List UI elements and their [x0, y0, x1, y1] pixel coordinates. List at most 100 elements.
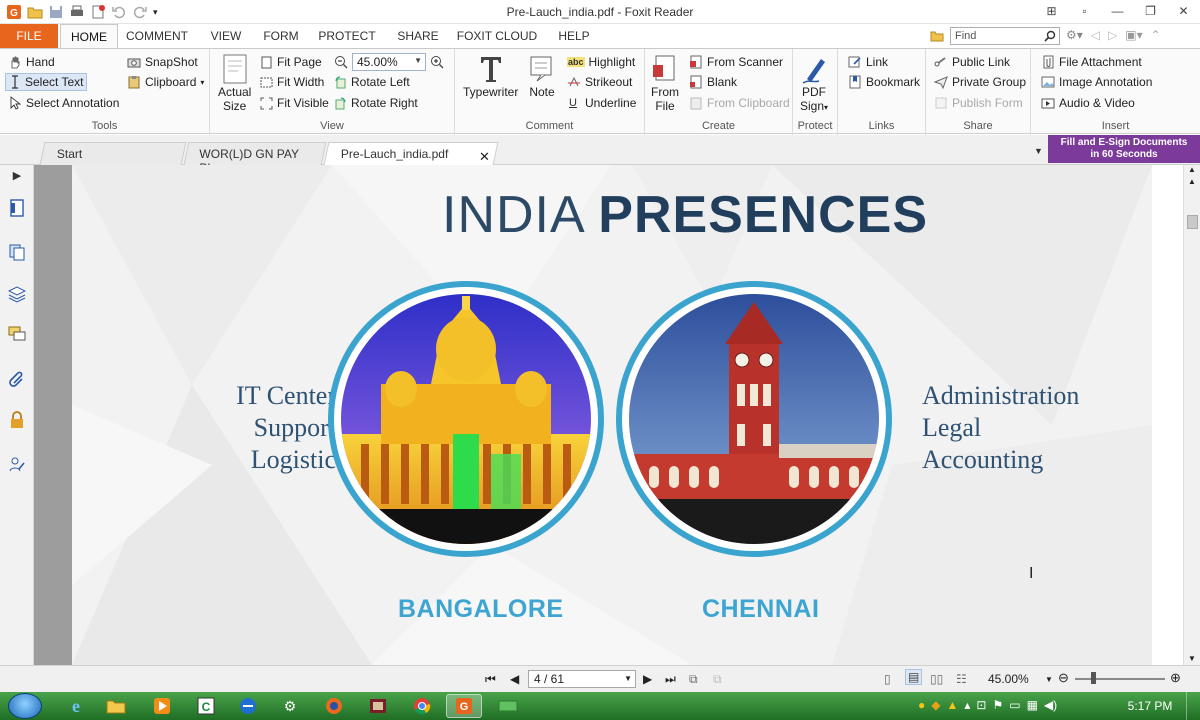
taskbar-camtasia-icon[interactable]: C — [188, 694, 224, 718]
scrollbar-thumb[interactable] — [1187, 215, 1198, 229]
zoom-out-icon[interactable] — [334, 55, 348, 69]
snapshot-button[interactable]: SnapShot — [127, 53, 198, 71]
next-view-icon[interactable]: ⧉ — [713, 672, 722, 687]
layers-pages-icon[interactable] — [8, 243, 26, 261]
public-link-button[interactable]: Public Link — [934, 53, 1010, 71]
ribbon-minimize-icon[interactable]: ⌃ — [1151, 28, 1161, 42]
from-scanner-button[interactable]: From Scanner — [689, 53, 783, 71]
zoom-status-value[interactable]: 45.00% — [988, 672, 1029, 686]
tab-home[interactable]: HOME — [60, 24, 118, 48]
close-tab-icon[interactable]: ✕ — [479, 149, 490, 165]
security-lock-icon[interactable] — [8, 411, 26, 429]
taskbar-film-app-icon[interactable] — [360, 694, 396, 718]
rotate-left-button[interactable]: Rotate Left — [334, 73, 410, 91]
page-thumbnails-icon[interactable] — [8, 199, 26, 217]
vertical-scrollbar[interactable]: ▲ ▲ ▼ — [1183, 165, 1200, 665]
scroll-up-page-icon[interactable]: ▲ — [1188, 177, 1196, 186]
scroll-up-icon[interactable]: ▲ — [1188, 165, 1196, 174]
layers-icon[interactable] — [8, 285, 26, 303]
document-view[interactable]: INDIA PRESENCES IT Center Support Logist… — [34, 165, 1152, 665]
tab-form[interactable]: FORM — [259, 24, 303, 48]
user-account-icon[interactable]: ▣▾ — [1125, 28, 1142, 42]
fit-page-button[interactable]: Fit Page — [260, 53, 322, 71]
taskbar-clock[interactable]: 5:17 PM — [1124, 699, 1176, 713]
close-window-button[interactable]: ✕ — [1167, 0, 1200, 22]
page-number-input[interactable]: 4 / 61 ▼ — [528, 670, 636, 688]
maximize-button[interactable]: ❐ — [1134, 0, 1167, 22]
taskbar-media-player-icon[interactable] — [144, 694, 180, 718]
tray-volume-icon[interactable]: ◀) — [1044, 698, 1057, 712]
settings-gear-icon[interactable]: ⚙▾ — [1066, 28, 1083, 42]
zoom-status-dropdown-icon[interactable]: ▼ — [1045, 675, 1053, 684]
back-nav-icon[interactable]: ◁ — [1091, 28, 1100, 42]
restore-small-icon[interactable]: ▫ — [1068, 0, 1101, 22]
forward-nav-icon[interactable]: ▷ — [1108, 28, 1117, 42]
doc-tab-start[interactable]: Start — [39, 142, 187, 165]
from-file-button[interactable]: From File — [651, 53, 679, 113]
fit-visible-button[interactable]: Fit Visible — [260, 94, 329, 112]
tab-foxit-cloud[interactable]: FOXIT CLOUD — [454, 24, 540, 48]
select-annotation-button[interactable]: Select Annotation — [8, 94, 119, 112]
tray-norton-icon[interactable]: ● — [918, 698, 925, 712]
bookmark-button[interactable]: Bookmark — [848, 73, 920, 91]
zoom-slider-thumb[interactable] — [1091, 672, 1096, 684]
tray-display-icon[interactable]: ▭ — [1009, 698, 1020, 712]
last-page-icon[interactable]: ⏭ — [665, 672, 676, 687]
find-folder-icon[interactable] — [930, 29, 944, 43]
tray-device-icon[interactable]: ⊡ — [976, 698, 986, 712]
taskbar-teamviewer-icon[interactable] — [230, 694, 266, 718]
expand-panel-icon[interactable]: ▶ — [8, 169, 26, 187]
private-group-button[interactable]: Private Group — [934, 73, 1026, 91]
tab-protect[interactable]: PROTECT — [316, 24, 378, 48]
audio-video-button[interactable]: Audio & Video — [1041, 94, 1135, 112]
taskbar-foxit-reader-icon[interactable]: G — [446, 694, 482, 718]
hand-tool-button[interactable]: Hand — [8, 53, 55, 71]
signatures-icon[interactable] — [8, 455, 26, 473]
image-annotation-button[interactable]: Image Annotation — [1041, 73, 1152, 91]
blank-button[interactable]: Blank — [689, 73, 737, 91]
taskbar-chrome-icon[interactable] — [404, 694, 440, 718]
show-desktop-button[interactable] — [1186, 692, 1200, 720]
zoom-in-status-icon[interactable]: ⊕ — [1170, 670, 1181, 686]
zoom-select[interactable]: 45.00% ▼ — [352, 53, 426, 71]
comments-icon[interactable] — [8, 325, 26, 343]
tray-flag-icon[interactable]: ⚑ — [992, 698, 1003, 712]
taskbar-firefox-icon[interactable] — [316, 694, 352, 718]
minimize-button[interactable]: — — [1101, 0, 1134, 22]
fit-width-button[interactable]: Fit Width — [260, 73, 324, 91]
start-button[interactable] — [8, 693, 42, 719]
rotate-right-button[interactable]: Rotate Right — [334, 94, 418, 112]
continuous-view-icon[interactable]: ▤ — [905, 669, 923, 685]
tray-warning-icon[interactable]: ▲ — [946, 698, 958, 712]
first-page-icon[interactable]: ⏮ — [485, 672, 496, 687]
tab-file[interactable]: FILE — [0, 24, 58, 48]
tab-comment[interactable]: COMMENT — [124, 24, 190, 48]
clipboard-button[interactable]: Clipboard ▾ — [127, 73, 204, 91]
zoom-in-icon[interactable] — [430, 55, 444, 69]
attachments-paperclip-icon[interactable] — [8, 369, 26, 387]
file-attachment-button[interactable]: File Attachment — [1041, 53, 1142, 71]
tray-expand-icon[interactable]: ▴ — [964, 698, 970, 712]
taskbar-ie-icon[interactable]: e — [58, 694, 94, 718]
tab-share[interactable]: SHARE — [393, 24, 443, 48]
strikeout-button[interactable]: Strikeout — [567, 73, 632, 91]
fill-esign-ad-banner[interactable]: Fill and E-Sign Documents in 60 Seconds — [1048, 135, 1200, 163]
single-page-view-icon[interactable]: ▯ — [884, 672, 891, 686]
search-icon[interactable] — [1044, 30, 1056, 42]
highlight-button[interactable]: abc Highlight — [567, 53, 635, 71]
taskbar-explorer-icon[interactable] — [98, 694, 134, 718]
select-text-button[interactable]: Select Text — [5, 73, 88, 91]
tray-network-icon[interactable]: ▦ — [1027, 698, 1038, 712]
continuous-facing-view-icon[interactable]: ☷ — [956, 672, 967, 686]
facing-view-icon[interactable]: ▯▯ — [930, 672, 943, 686]
tray-security-icon[interactable]: ◆ — [931, 698, 940, 712]
note-button[interactable]: Note — [527, 53, 557, 99]
previous-view-icon[interactable]: ⧉ — [689, 672, 698, 687]
link-button[interactable]: Link — [848, 53, 888, 71]
actual-size-button[interactable]: Actual Size — [218, 53, 251, 113]
typewriter-button[interactable]: Typewriter — [463, 53, 518, 99]
next-page-icon[interactable]: ▶ — [643, 672, 652, 686]
underline-button[interactable]: U Underline — [569, 94, 636, 112]
doc-tab-world-gn-pay[interactable]: WOR(L)D GN PAY PL... — [183, 142, 327, 175]
layout-grid-icon[interactable]: ⊞ — [1035, 0, 1068, 22]
